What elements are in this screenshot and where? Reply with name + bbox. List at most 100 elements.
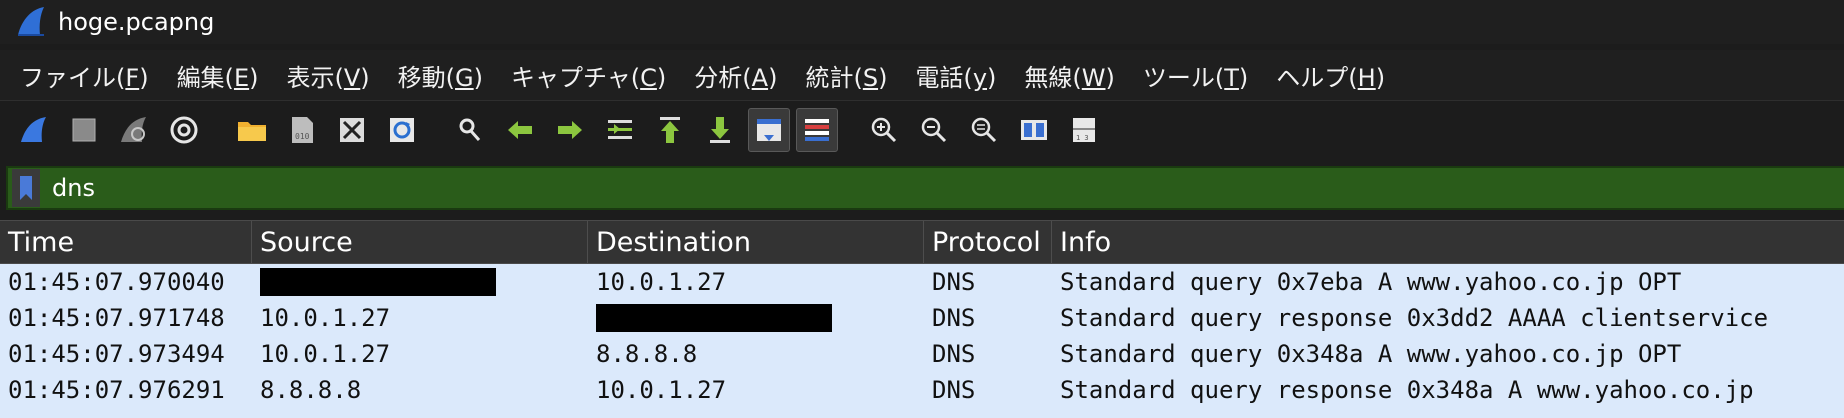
svg-text:1 3: 1 3	[1076, 134, 1089, 142]
close-file-button[interactable]	[330, 108, 374, 152]
go-back-icon	[508, 121, 532, 139]
menu-item[interactable]: 統計(S)	[791, 58, 901, 93]
normal-size-icon	[971, 117, 997, 143]
first-packet-icon	[660, 117, 680, 143]
zoom-in-button[interactable]	[862, 108, 906, 152]
zoom-out-button[interactable]	[912, 108, 956, 152]
menu-item[interactable]: 分析(A)	[680, 58, 791, 93]
menu-item-accelerator: T	[1224, 63, 1239, 92]
find-packet-button[interactable]	[448, 108, 492, 152]
menu-item-label: 表示(	[286, 63, 344, 92]
column-header-protocol[interactable]: Protocol	[924, 221, 1052, 263]
find-packet-icon	[459, 118, 481, 141]
menu-item[interactable]: ファイル(F)	[0, 58, 163, 93]
menu-item-accelerator: E	[233, 63, 250, 92]
packet-time: 01:45:07.973494	[8, 340, 225, 368]
menu-item[interactable]: 電話(y)	[901, 58, 1010, 93]
packet-row[interactable]: 01:45:07.970040 10.0.1.27 DNS Standard quer…	[0, 264, 1844, 300]
menu-item-paren: )	[1375, 63, 1386, 92]
restart-capture-button[interactable]	[112, 108, 156, 152]
packet-protocol: DNS	[932, 376, 976, 404]
resize-columns-icon	[1021, 120, 1047, 140]
title-bar: hoge.pcapng	[0, 0, 1844, 44]
packet-info: Standard query 0x7eba A www.yahoo.co.jp …	[1060, 268, 1682, 296]
menu-item-label: 統計(	[805, 63, 863, 92]
packet-source: 10.0.1.27	[260, 340, 391, 368]
packet-time: 01:45:07.976291	[8, 376, 225, 404]
colorize-button[interactable]	[796, 108, 838, 152]
go-back-button[interactable]	[498, 108, 542, 152]
menu-item[interactable]: 編集(E)	[163, 58, 273, 93]
menu-item-accelerator: F	[125, 63, 140, 92]
menu-item-label: 分析(	[694, 63, 752, 92]
packet-time: 01:45:07.970040	[8, 268, 225, 296]
menu-item[interactable]: キャプチャ(C)	[497, 58, 680, 93]
start-capture-icon	[21, 117, 46, 142]
column-header-time[interactable]: Time	[0, 221, 252, 263]
go-to-packet-button[interactable]	[598, 108, 642, 152]
go-forward-icon	[558, 121, 582, 139]
menu-item-accelerator: W	[1081, 63, 1106, 92]
resize-columns-button[interactable]	[1012, 108, 1056, 152]
menu-item-label: 移動(	[397, 63, 456, 92]
menu-item-accelerator: C	[640, 63, 657, 92]
reload-file-button[interactable]	[380, 108, 424, 152]
packet-protocol: DNS	[932, 304, 976, 332]
save-file-button[interactable]: 010	[280, 108, 324, 152]
window-title: hoge.pcapng	[58, 8, 215, 36]
menu-item-label: 編集(	[176, 63, 234, 92]
last-packet-icon	[710, 117, 730, 143]
menu-item-label: 無線(	[1024, 63, 1082, 92]
menu-item-label: ツール(	[1142, 63, 1225, 92]
packet-row[interactable]: 01:45:07.973494 10.0.1.27 8.8.8.8 DNS Standa…	[0, 336, 1844, 372]
menu-item-label: ファイル(	[20, 63, 126, 92]
stop-capture-button[interactable]	[62, 108, 106, 152]
menu-item-paren: )	[878, 63, 888, 92]
menu-item-accelerator: V	[343, 63, 361, 92]
menu-item[interactable]: 無線(W)	[1010, 58, 1128, 93]
packet-destination: 10.0.1.27	[596, 268, 727, 296]
packet-info: Standard query response 0x3dd2 AAAA clie…	[1060, 304, 1769, 332]
menu-item[interactable]: 表示(V)	[272, 58, 383, 93]
reload-file-icon	[390, 118, 414, 142]
open-file-icon	[238, 122, 266, 141]
open-file-button[interactable]	[230, 108, 274, 152]
zoom-out-icon	[921, 117, 947, 143]
menu-item-paren: )	[656, 63, 667, 92]
main-toolbar: 010 1 3	[0, 104, 1844, 156]
capture-options-button[interactable]	[162, 108, 206, 152]
first-packet-button[interactable]	[648, 108, 692, 152]
column-header-info[interactable]: Info	[1052, 221, 1844, 263]
menu-item[interactable]: ヘルプ(H)	[1262, 58, 1399, 93]
go-forward-button[interactable]	[548, 108, 592, 152]
packet-destination	[588, 300, 924, 336]
packet-destination: 8.8.8.8	[596, 340, 698, 368]
packet-source: 10.0.1.27	[260, 304, 391, 332]
start-capture-button[interactable]	[12, 108, 56, 152]
last-packet-button[interactable]	[698, 108, 742, 152]
redaction-bar	[260, 268, 496, 296]
column-header-destination[interactable]: Destination	[588, 221, 924, 263]
menu-item[interactable]: 移動(G)	[384, 58, 497, 93]
menu-item-accelerator: G	[455, 63, 474, 92]
autoscroll-icon	[757, 119, 781, 141]
autoscroll-button[interactable]	[748, 108, 790, 152]
filter-bookmark-button[interactable]	[12, 169, 40, 207]
packet-list-header: Time Source Destination Protocol Info	[0, 220, 1844, 264]
menu-item[interactable]: ツール(T)	[1129, 58, 1262, 93]
menu-item-label: 電話(	[915, 63, 973, 92]
menu-item-paren: )	[473, 63, 484, 92]
menu-item-paren: )	[1238, 63, 1249, 92]
layout-button[interactable]: 1 3	[1062, 108, 1106, 152]
normal-size-button[interactable]	[962, 108, 1006, 152]
close-file-icon	[340, 118, 364, 142]
display-filter-input[interactable]	[52, 170, 1752, 206]
display-filter-bar	[6, 166, 1844, 210]
menu-item-paren: )	[1105, 63, 1115, 92]
packet-list: 01:45:07.970040 10.0.1.27 DNS Standard quer…	[0, 264, 1844, 418]
packet-row[interactable]: 01:45:07.976291 8.8.8.8 10.0.1.27 DNS Standa…	[0, 372, 1844, 408]
packet-row[interactable]: 01:45:07.971748 10.0.1.27 DNS Standard quer…	[0, 300, 1844, 336]
packet-time: 01:45:07.971748	[8, 304, 225, 332]
menu-item-paren: )	[360, 63, 370, 92]
column-header-source[interactable]: Source	[252, 221, 588, 263]
